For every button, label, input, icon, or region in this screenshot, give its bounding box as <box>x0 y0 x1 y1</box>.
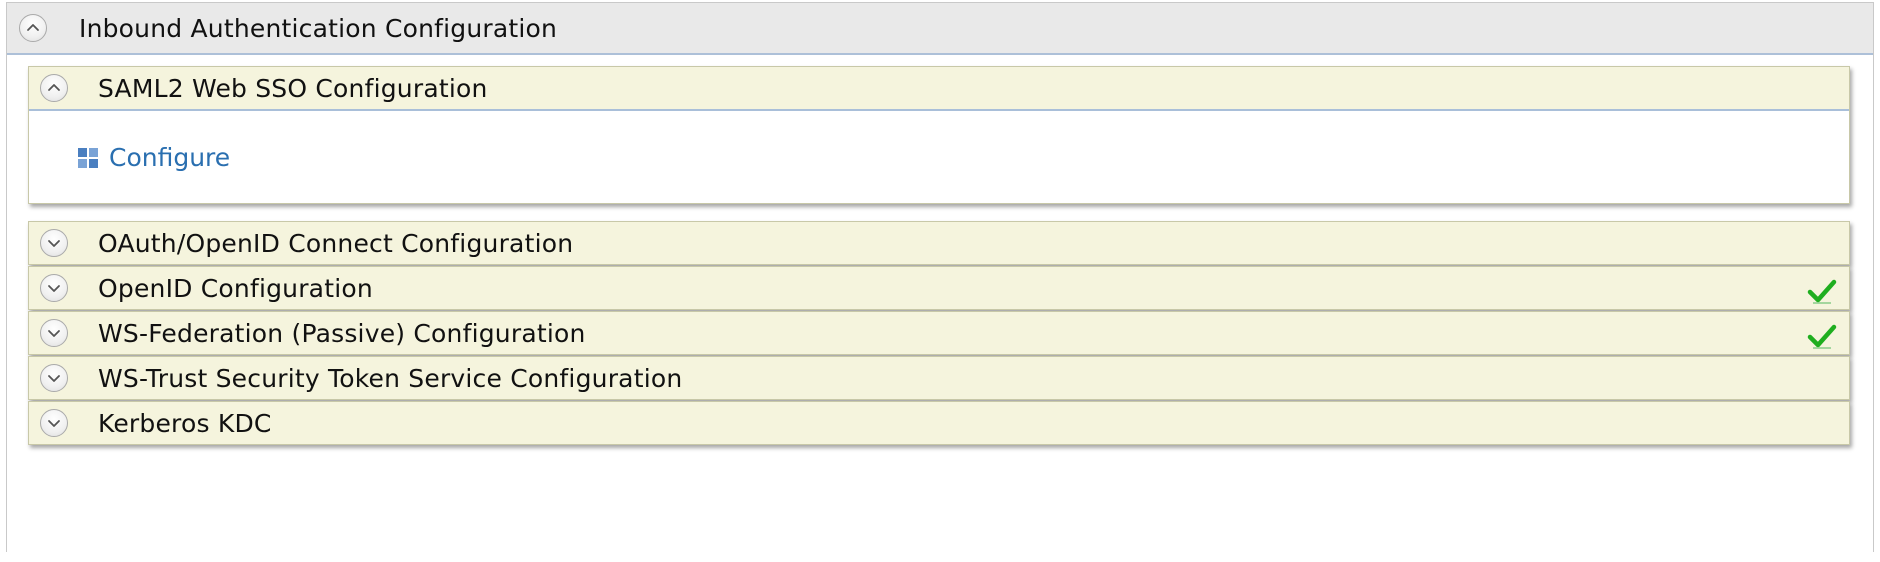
inbound-authentication-panel: Inbound Authentication Configuration SAM… <box>6 2 1874 552</box>
openid-section: OpenID Configuration <box>28 266 1850 310</box>
section-title: SAML2 Web SSO Configuration <box>98 73 488 103</box>
section-title: OpenID Configuration <box>98 273 373 303</box>
grid-icon <box>78 147 98 168</box>
ws-federation-section: WS-Federation (Passive) Configuration <box>28 311 1850 355</box>
chevron-down-icon[interactable] <box>40 364 68 392</box>
chevron-down-icon[interactable] <box>40 229 68 257</box>
ws-federation-section-header[interactable]: WS-Federation (Passive) Configuration <box>29 312 1849 354</box>
section-title: Kerberos KDC <box>98 408 272 438</box>
saml2-section-body: Configure <box>29 111 1849 203</box>
chevron-up-icon[interactable] <box>40 74 68 102</box>
saml2-section-header[interactable]: SAML2 Web SSO Configuration <box>29 67 1849 111</box>
oauth-section-header[interactable]: OAuth/OpenID Connect Configuration <box>29 222 1849 264</box>
openid-section-header[interactable]: OpenID Configuration <box>29 267 1849 309</box>
kerberos-section: Kerberos KDC <box>28 401 1850 445</box>
ws-trust-section: WS-Trust Security Token Service Configur… <box>28 356 1850 400</box>
section-title: WS-Trust Security Token Service Configur… <box>98 363 683 393</box>
section-title: WS-Federation (Passive) Configuration <box>98 318 586 348</box>
configure-label: Configure <box>109 143 231 172</box>
inbound-authentication-header[interactable]: Inbound Authentication Configuration <box>7 3 1873 55</box>
checkmark-icon <box>1807 324 1837 349</box>
saml2-section: SAML2 Web SSO Configuration Configure <box>28 66 1850 204</box>
chevron-down-icon[interactable] <box>40 409 68 437</box>
ws-trust-section-header[interactable]: WS-Trust Security Token Service Configur… <box>29 357 1849 399</box>
section-title: OAuth/OpenID Connect Configuration <box>98 228 574 258</box>
configure-link[interactable]: Configure <box>77 143 230 172</box>
chevron-up-icon[interactable] <box>19 14 47 42</box>
chevron-down-icon[interactable] <box>40 274 68 302</box>
kerberos-section-header[interactable]: Kerberos KDC <box>29 402 1849 444</box>
checkmark-icon <box>1807 279 1837 304</box>
chevron-down-icon[interactable] <box>40 319 68 347</box>
oauth-section: OAuth/OpenID Connect Configuration <box>28 221 1850 265</box>
panel-title: Inbound Authentication Configuration <box>79 13 558 43</box>
